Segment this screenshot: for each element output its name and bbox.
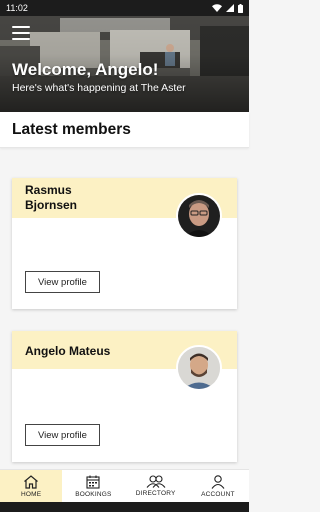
member-name: Rasmus Bjornsen xyxy=(25,183,77,213)
nav-label: ACCOUNT xyxy=(201,490,235,498)
avatar[interactable] xyxy=(176,193,222,239)
section-title: Latest members xyxy=(12,121,131,138)
system-navigation-bar xyxy=(0,502,249,512)
battery-icon xyxy=(238,3,243,13)
avatar[interactable] xyxy=(176,345,222,391)
bottom-navigation: HOME BOOKINGS DIRECTORY ACCOUNT xyxy=(0,469,249,502)
avatar-photo xyxy=(178,347,220,389)
view-profile-button[interactable]: View profile xyxy=(25,424,100,446)
member-card: Rasmus Bjornsen View profile xyxy=(12,178,237,309)
menu-icon-line xyxy=(12,38,30,40)
menu-icon-line xyxy=(12,26,30,28)
home-icon xyxy=(24,474,39,489)
calendar-icon xyxy=(86,475,100,489)
nav-item-bookings[interactable]: BOOKINGS xyxy=(62,470,124,502)
nav-item-directory[interactable]: DIRECTORY xyxy=(125,470,187,502)
hero-banner: Welcome, Angelo! Here's what's happening… xyxy=(0,16,249,112)
status-bar: 11:02 xyxy=(0,0,249,16)
menu-button[interactable] xyxy=(12,26,30,40)
signal-icon xyxy=(226,4,234,12)
welcome-subtitle: Here's what's happening at The Aster xyxy=(12,82,186,94)
member-full-name: Angelo Mateus xyxy=(25,344,111,358)
avatar-photo xyxy=(178,195,220,237)
member-card: Angelo Mateus View profile xyxy=(12,331,237,462)
menu-icon-line xyxy=(12,32,30,34)
nav-item-home[interactable]: HOME xyxy=(0,470,63,502)
person-icon xyxy=(211,474,225,489)
status-icons xyxy=(212,3,243,13)
people-icon xyxy=(146,475,166,488)
nav-label: HOME xyxy=(20,490,42,498)
member-name: Angelo Mateus xyxy=(25,344,110,359)
section-header: Latest members xyxy=(0,112,249,148)
member-last-name: Bjornsen xyxy=(25,198,78,212)
member-first-name: Rasmus xyxy=(25,183,72,197)
nav-label: BOOKINGS xyxy=(75,490,112,498)
wifi-icon xyxy=(212,4,222,12)
nav-label: DIRECTORY xyxy=(135,490,176,497)
view-profile-button[interactable]: View profile xyxy=(25,271,100,293)
welcome-title: Welcome, Angelo! xyxy=(12,60,159,79)
status-time: 11:02 xyxy=(6,3,28,13)
nav-item-account[interactable]: ACCOUNT xyxy=(187,470,249,502)
